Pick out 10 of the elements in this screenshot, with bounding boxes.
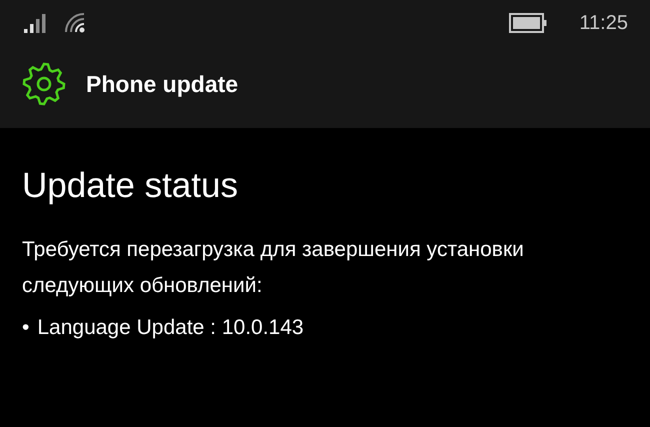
section-heading: Update status (22, 166, 239, 206)
page-title: Phone update (86, 70, 238, 98)
update-item: Language Update : 10.0.143 (37, 316, 304, 340)
clock-time: 11:25 (579, 12, 628, 34)
gear-icon (22, 62, 66, 106)
wifi-icon (64, 12, 86, 34)
status-message: Требуется перезагрузка для завершения установки следующих обновлений: (22, 237, 525, 299)
bullet: • (22, 316, 30, 340)
battery-icon (509, 13, 548, 33)
signal-icon (24, 13, 46, 33)
